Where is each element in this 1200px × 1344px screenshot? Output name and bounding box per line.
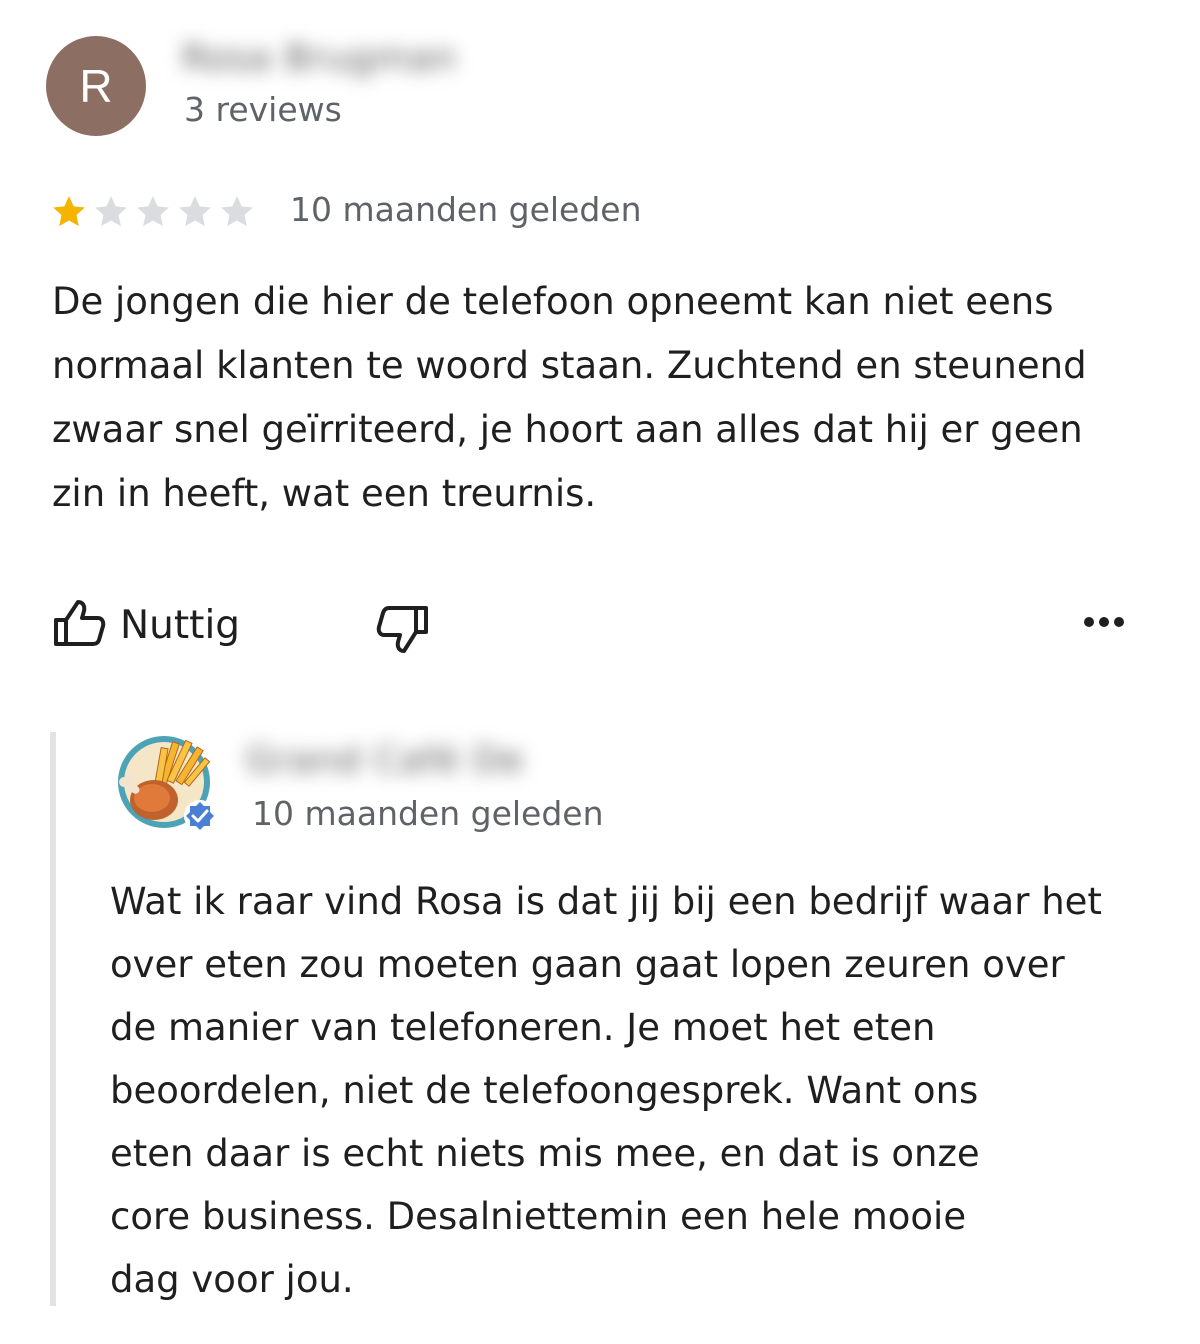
review-count: 3 reviews (184, 90, 342, 129)
reply-line: Wat ik raar vind Rosa is dat jij bij een… (110, 880, 1102, 923)
owner-name[interactable]: Grand Café De (246, 740, 524, 781)
reply-line: core business. Desalniettemin een hele m… (110, 1195, 967, 1238)
star-empty-icon (179, 196, 211, 227)
reviewer-avatar[interactable]: R (46, 36, 146, 136)
reply-line: dag voor jou. (110, 1258, 354, 1301)
thumbs-down-icon (374, 606, 430, 660)
reply-line: de manier van telefoneren. Je moet het e… (110, 1006, 936, 1049)
owner-reply-text: Wat ik raar vind Rosa is dat jij bij een… (110, 870, 1120, 1311)
helpful-button[interactable]: Nuttig (52, 598, 240, 652)
star-rating (48, 192, 258, 232)
not-helpful-button[interactable] (374, 604, 430, 660)
star-filled-icon (53, 196, 85, 227)
more-options-button[interactable] (1082, 614, 1126, 633)
reply-divider (50, 732, 56, 1306)
review-text: De jongen die hier de telefoon opneemt k… (52, 280, 1087, 515)
review-time: 10 maanden geleden (290, 190, 642, 229)
star-empty-icon (95, 196, 127, 227)
more-horizontal-icon (1082, 614, 1126, 633)
reply-line: beoordelen, niet de telefoongesprek. Wan… (110, 1069, 979, 1112)
star-empty-icon (221, 196, 253, 227)
verified-badge-icon (184, 800, 216, 832)
restaurant-logo-icon (112, 728, 216, 832)
reply-time: 10 maanden geleden (252, 794, 604, 833)
reviewer-name[interactable]: Rosa Brugman (182, 38, 457, 79)
reply-line: over eten zou moeten gaan gaat lopen zeu… (110, 943, 1065, 986)
reply-line: eten daar is echt niets mis mee, en dat … (110, 1132, 980, 1175)
owner-avatar[interactable] (110, 726, 218, 834)
helpful-label: Nuttig (120, 602, 241, 648)
avatar-letter: R (79, 60, 113, 112)
star-empty-icon (137, 196, 169, 227)
thumbs-up-icon (52, 598, 106, 652)
